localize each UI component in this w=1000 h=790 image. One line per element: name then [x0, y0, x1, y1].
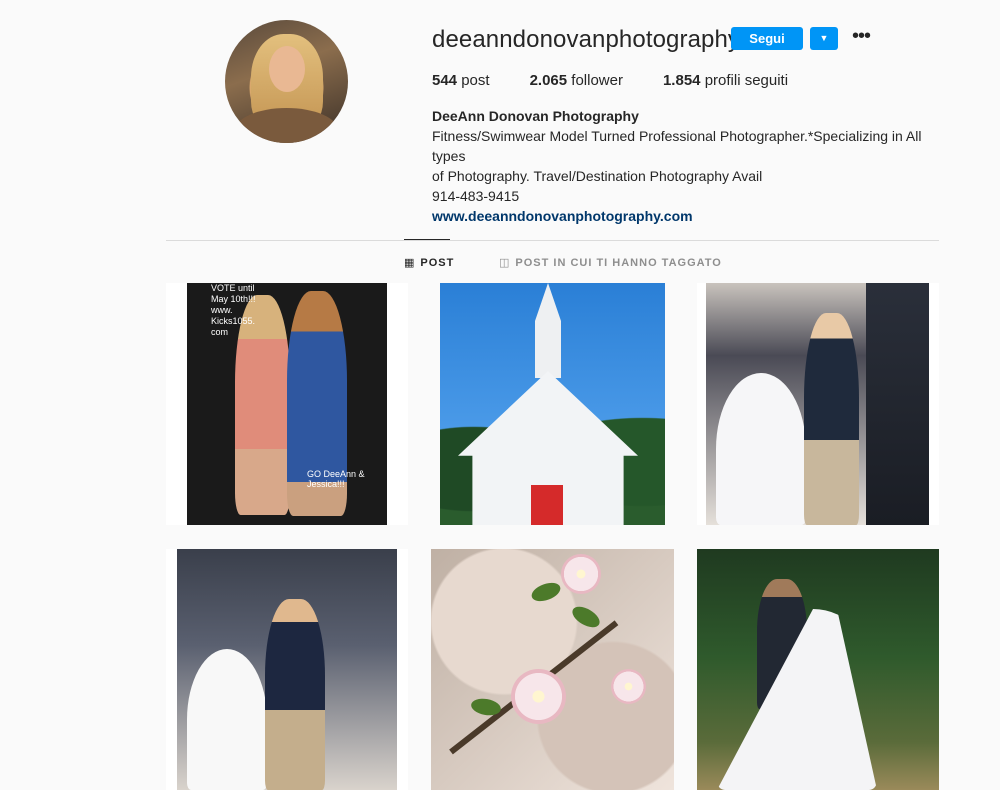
post-thumbnail-5[interactable]	[431, 549, 674, 790]
chevron-down-icon[interactable]: ▼	[810, 27, 838, 50]
post-image	[706, 283, 929, 525]
tab-tagged[interactable]: ◫ POST IN CUI TI HANNO TAGGATO	[499, 256, 722, 270]
tab-posts[interactable]: ▦ POST	[404, 256, 455, 270]
bio-website-link[interactable]: www.deeanndonovanphotography.com	[432, 206, 952, 226]
tab-tagged-label: POST IN CUI TI HANNO TAGGATO	[515, 256, 722, 269]
followers-count: 2.065	[529, 72, 568, 89]
church-door-image	[531, 485, 563, 525]
post-thumbnail-3[interactable]	[697, 283, 939, 525]
bio-name: DeeAnn Donovan Photography	[432, 108, 639, 124]
post-thumbnail-2[interactable]	[440, 283, 665, 525]
avatar-face	[269, 46, 305, 92]
profile-stats: 544 post 2.065 follower 1.854 profili se…	[432, 72, 828, 89]
posts-stat: 544 post	[432, 72, 490, 89]
blossom-image	[611, 669, 646, 704]
following-count: 1.854	[662, 72, 701, 89]
posts-label: post	[461, 72, 490, 89]
bio-line-2: of Photography. Travel/Destination Photo…	[432, 168, 763, 184]
more-options-icon[interactable]: •••	[850, 26, 872, 48]
post-overlay-text-bottom: GO DeeAnn & Jessica!!!	[307, 469, 365, 489]
church-steeple-image	[535, 283, 561, 378]
blossom-image	[561, 554, 601, 594]
bride-image	[716, 373, 806, 525]
tabs-divider	[166, 240, 939, 241]
grid-icon: ▦	[404, 257, 416, 269]
blossom-image	[511, 669, 566, 724]
post-thumbnail-1[interactable]: VOTE until May 10th!!! www. Kicks1055. c…	[166, 283, 408, 525]
tagged-icon: ◫	[499, 257, 511, 269]
post-image	[177, 549, 397, 790]
following-label: profili seguiti	[704, 72, 789, 89]
groom-image	[265, 599, 325, 790]
bride-image	[187, 649, 267, 790]
crowd-image	[866, 283, 929, 525]
post-image: VOTE until May 10th!!! www. Kicks1055. c…	[187, 283, 387, 525]
profile-bio: DeeAnn Donovan Photography Fitness/Swimw…	[432, 106, 952, 226]
tab-posts-label: POST	[420, 256, 455, 269]
post-thumbnail-6[interactable]	[697, 549, 939, 790]
posts-count: 544	[432, 72, 458, 89]
post-overlay-text-top: VOTE until May 10th!!! www. Kicks1055. c…	[211, 283, 256, 337]
active-tab-indicator	[404, 239, 450, 240]
profile-avatar[interactable]	[225, 20, 348, 143]
avatar-shirt	[235, 108, 338, 143]
groom-image	[804, 313, 859, 525]
bio-line-1: Fitness/Swimwear Model Turned Profession…	[432, 128, 922, 164]
followers-label: follower	[571, 72, 623, 89]
follow-button[interactable]: Segui	[731, 27, 803, 50]
bio-phone: 914-483-9415	[432, 188, 520, 204]
following-stat[interactable]: 1.854 profili seguiti	[663, 72, 788, 89]
post-thumbnail-4[interactable]	[166, 549, 408, 790]
profile-username: deeanndonovanphotography	[432, 26, 741, 53]
leaf-image	[529, 579, 563, 605]
followers-stat[interactable]: 2.065 follower	[530, 72, 623, 89]
leaf-image	[569, 602, 603, 632]
